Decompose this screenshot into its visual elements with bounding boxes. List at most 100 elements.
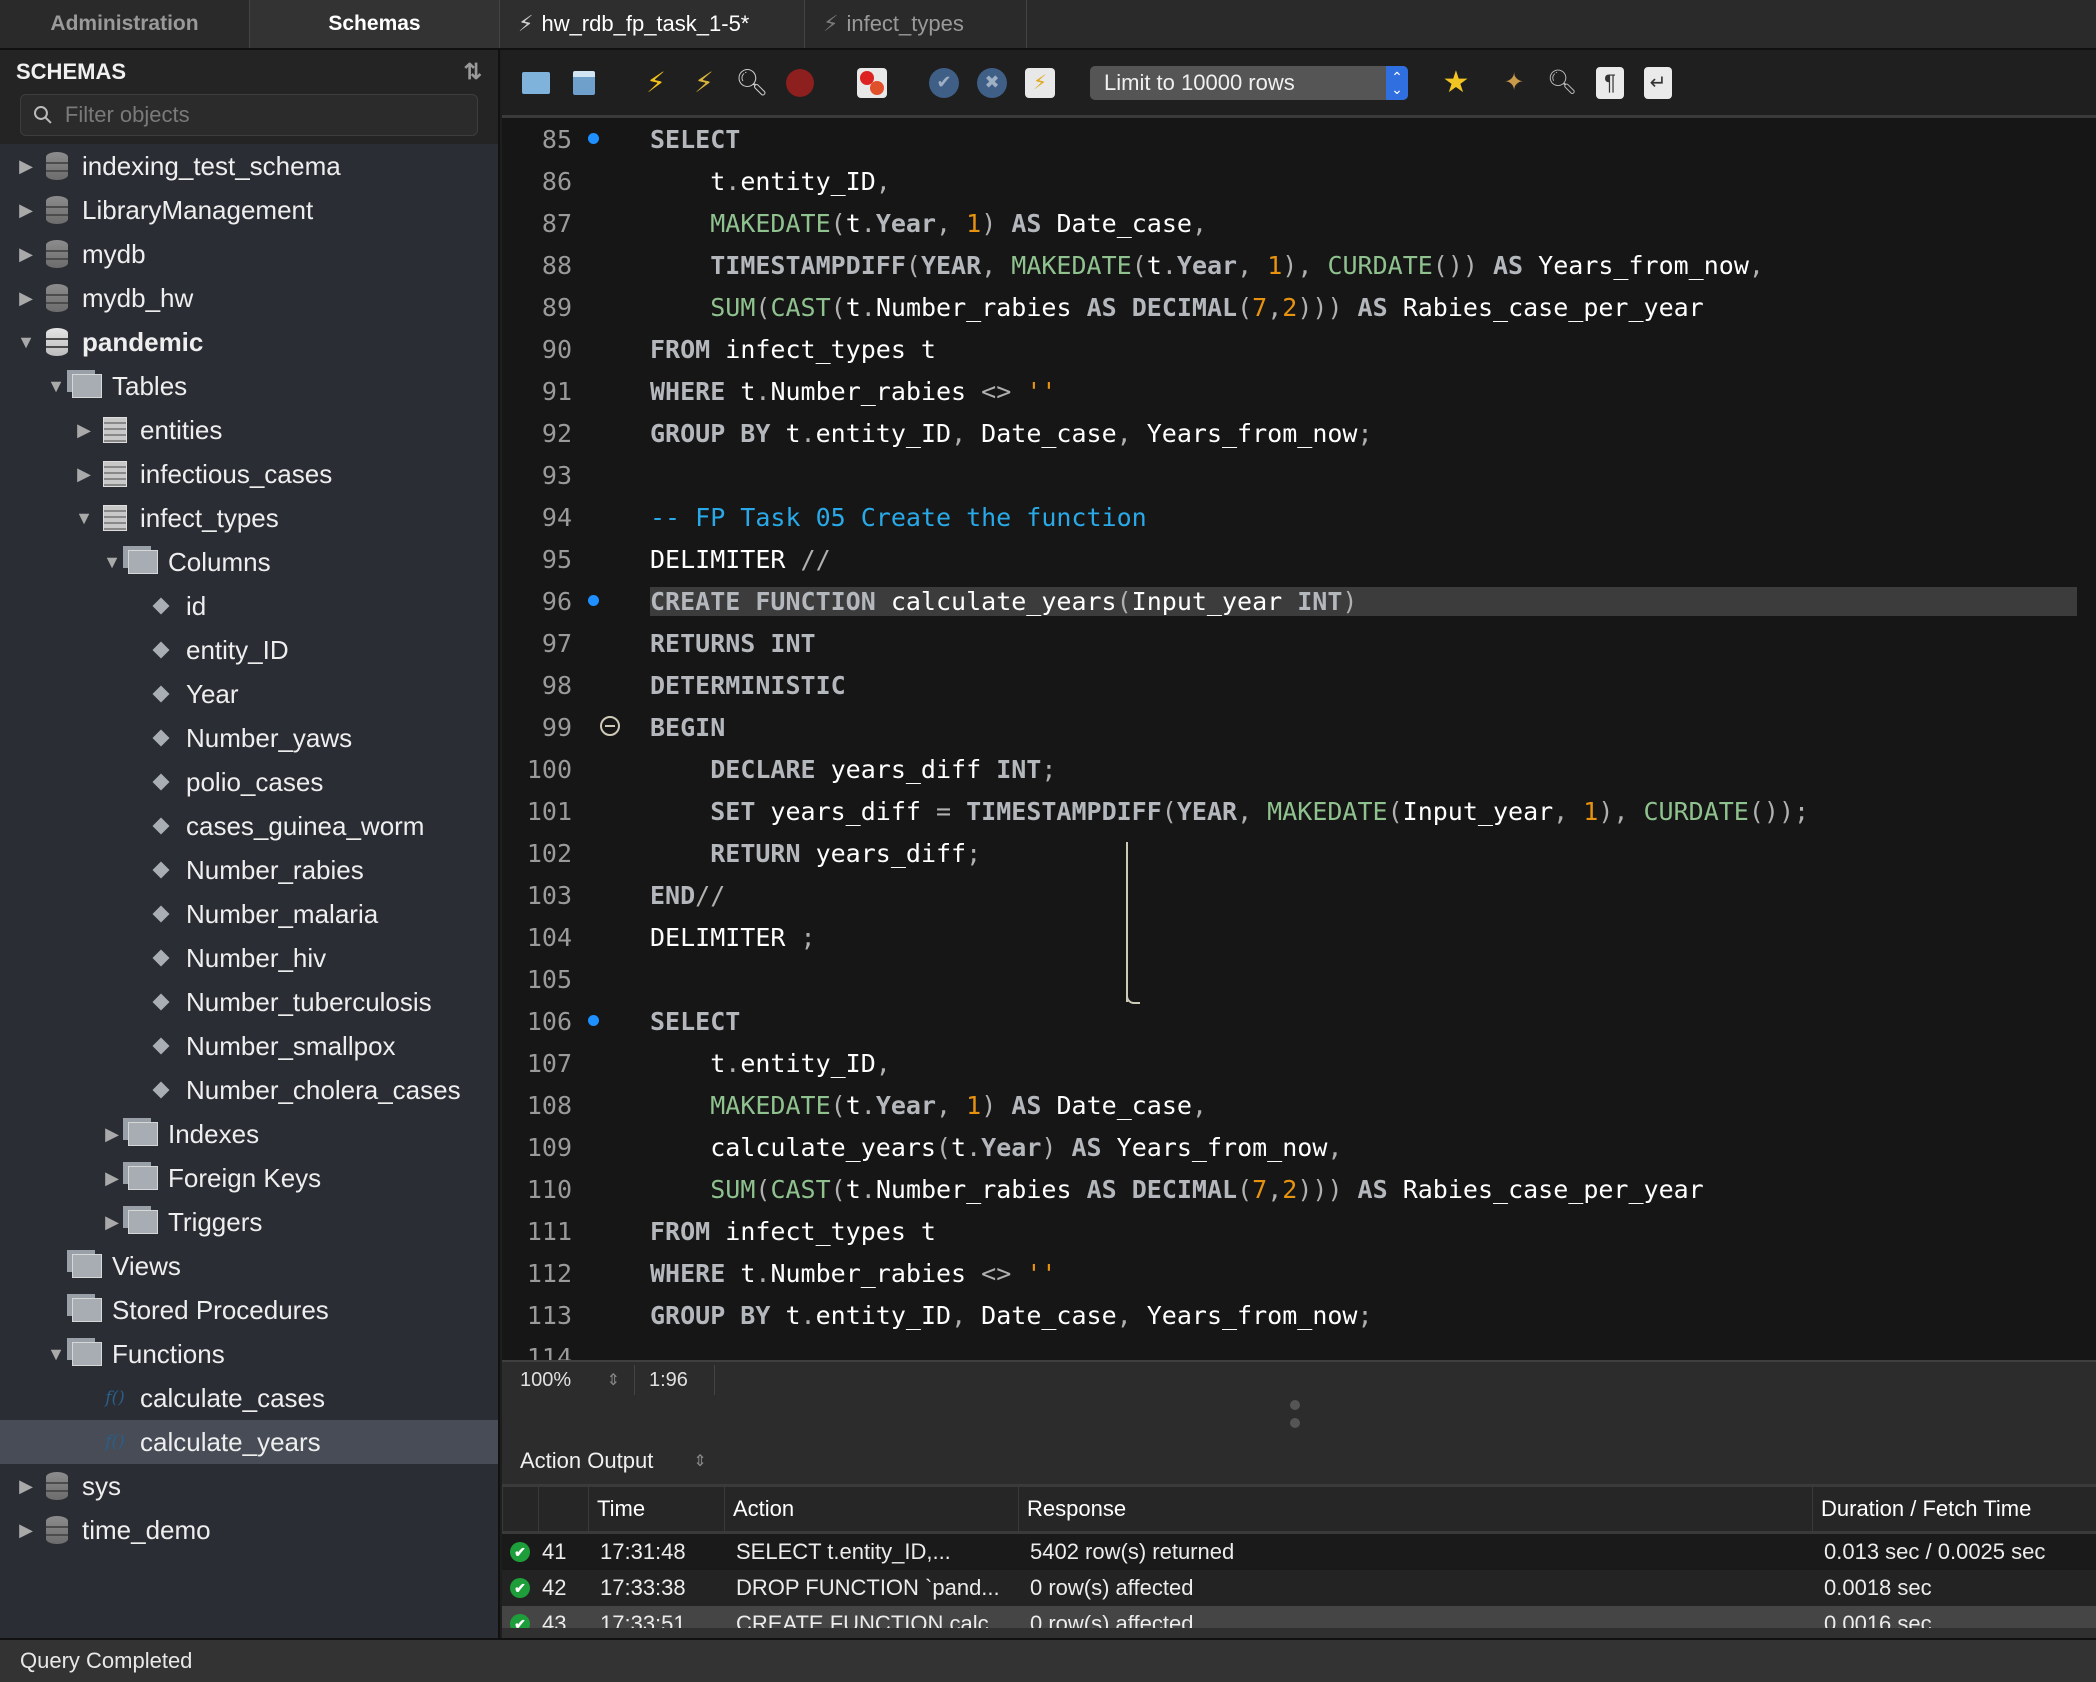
chevron-down-icon[interactable]: ▼ (72, 508, 96, 529)
code-line[interactable]: 114 (502, 1336, 2096, 1361)
beautify-button[interactable]: ✦ (1496, 65, 1532, 101)
output-row[interactable]: ✔ 42 17:33:38 DROP FUNCTION `pand... 0 row(s… (502, 1570, 2096, 1606)
tree-item-librarymanagement[interactable]: ▶ LibraryManagement (0, 188, 498, 232)
col-header-duration[interactable]: Duration / Fetch Time (1812, 1487, 2082, 1531)
tree-item-foreign-keys[interactable]: ▶ Foreign Keys (0, 1156, 498, 1200)
col-header-response[interactable]: Response (1018, 1487, 1812, 1531)
code-line[interactable]: 98 DETERMINISTIC (502, 664, 2096, 706)
code-line[interactable]: 109 calculate_years(t.Year) AS Years_fro… (502, 1126, 2096, 1168)
chevron-right-icon[interactable]: ▶ (14, 244, 38, 265)
chevron-down-icon[interactable]: ▼ (14, 332, 38, 353)
output-row[interactable]: ✔ 41 17:31:48 SELECT t.entity_ID,... 5402 ro… (502, 1534, 2096, 1570)
tree-item-number-smallpox[interactable]: Number_smallpox (0, 1024, 498, 1068)
code-line[interactable]: 101 SET years_diff = TIMESTAMPDIFF(YEAR,… (502, 790, 2096, 832)
code-line[interactable]: 108 MAKEDATE(t.Year, 1) AS Date_case, (502, 1084, 2096, 1126)
tree-item-number-cholera-cases[interactable]: Number_cholera_cases (0, 1068, 498, 1112)
filter-objects-input[interactable] (62, 101, 465, 129)
code-line[interactable]: 87 MAKEDATE(t.Year, 1) AS Date_case, (502, 202, 2096, 244)
open-file-button[interactable] (518, 65, 554, 101)
tree-item-entity-id[interactable]: entity_ID (0, 628, 498, 672)
tree-item-triggers[interactable]: ▶ Triggers (0, 1200, 498, 1244)
chevron-right-icon[interactable]: ▶ (72, 464, 96, 485)
stop-on-error-toggle[interactable] (854, 65, 890, 101)
explain-button[interactable]: 🔍︎ (734, 65, 770, 101)
invisible-chars-button[interactable]: ¶ (1592, 65, 1628, 101)
tree-item-functions[interactable]: ▼ Functions (0, 1332, 498, 1376)
tree-item-pandemic[interactable]: ▼ pandemic (0, 320, 498, 364)
code-line[interactable]: 86 t.entity_ID, (502, 160, 2096, 202)
chevron-right-icon[interactable]: ▶ (14, 288, 38, 309)
tab-infect-types[interactable]: ⚡︎ infect_types (805, 0, 1027, 48)
code-line[interactable]: 104 DELIMITER ; (502, 916, 2096, 958)
word-wrap-button[interactable]: ↵ (1640, 65, 1676, 101)
code-line[interactable]: 100 DECLARE years_diff INT; (502, 748, 2096, 790)
tree-item-number-yaws[interactable]: Number_yaws (0, 716, 498, 760)
code-line[interactable]: 85 SELECT (502, 118, 2096, 160)
output-selector[interactable]: Action Output (520, 1448, 653, 1474)
tree-item-columns[interactable]: ▼ Columns (0, 540, 498, 584)
chevron-right-icon[interactable]: ▶ (100, 1124, 124, 1145)
panel-splitter[interactable] (502, 1396, 2096, 1436)
chevron-down-icon[interactable]: ▼ (44, 376, 68, 397)
add-snippet-button[interactable]: ★ (1438, 65, 1474, 101)
fold-collapse-icon[interactable] (600, 716, 620, 736)
col-header-number[interactable] (538, 1487, 588, 1531)
code-line[interactable]: 99 BEGIN (502, 706, 2096, 748)
tree-item-indexes[interactable]: ▶ Indexes (0, 1112, 498, 1156)
chevron-down-icon[interactable]: ▼ (100, 552, 124, 573)
zoom-stepper[interactable]: 100% ⇕ (502, 1369, 620, 1392)
limit-rows-select[interactable]: Limit to 10000 rows ⌃ ⌄ (1090, 65, 1408, 100)
autocommit-toggle[interactable]: ⚡︎ (1022, 65, 1058, 101)
tree-item-calculate-years[interactable]: f() calculate_years (0, 1420, 498, 1464)
code-line[interactable]: 95 DELIMITER // (502, 538, 2096, 580)
tree-item-cases-guinea-worm[interactable]: cases_guinea_worm (0, 804, 498, 848)
tree-item-calculate-cases[interactable]: f() calculate_cases (0, 1376, 498, 1420)
tree-item-number-hiv[interactable]: Number_hiv (0, 936, 498, 980)
code-line[interactable]: 89 SUM(CAST(t.Number_rabies AS DECIMAL(7… (502, 286, 2096, 328)
code-line[interactable]: 88 TIMESTAMPDIFF(YEAR, MAKEDATE(t.Year, … (502, 244, 2096, 286)
tab-administration[interactable]: Administration (0, 0, 250, 48)
code-line[interactable]: 102 RETURN years_diff; (502, 832, 2096, 874)
code-line[interactable]: 107 t.entity_ID, (502, 1042, 2096, 1084)
execute-button[interactable]: ⚡︎ (638, 65, 674, 101)
code-line[interactable]: 103 END// (502, 874, 2096, 916)
sql-editor[interactable]: 85 SELECT 86 t.entity_ID, 87 MAKEDATE(t.Yea… (502, 118, 2096, 1360)
code-line[interactable]: 113 GROUP BY t.entity_ID, Date_case, Year… (502, 1294, 2096, 1336)
tree-item-time-demo[interactable]: ▶ time_demo (0, 1508, 498, 1552)
tree-item-id[interactable]: id (0, 584, 498, 628)
chevron-right-icon[interactable]: ▶ (14, 200, 38, 221)
tree-item-views[interactable]: Views (0, 1244, 498, 1288)
code-line[interactable]: 111 FROM infect_types t (502, 1210, 2096, 1252)
code-line[interactable]: 110 SUM(CAST(t.Number_rabies AS DECIMAL(… (502, 1168, 2096, 1210)
tree-item-infect-types[interactable]: ▼ infect_types (0, 496, 498, 540)
tree-item-number-tuberculosis[interactable]: Number_tuberculosis (0, 980, 498, 1024)
stop-button[interactable] (782, 65, 818, 101)
tree-item-entities[interactable]: ▶ entities (0, 408, 498, 452)
col-header-time[interactable]: Time (588, 1487, 724, 1531)
tree-item-indexing-test-schema[interactable]: ▶ indexing_test_schema (0, 144, 498, 188)
chevron-right-icon[interactable]: ▶ (14, 1520, 38, 1541)
chevron-right-icon[interactable]: ▶ (72, 420, 96, 441)
tree-item-mydb-hw[interactable]: ▶ mydb_hw (0, 276, 498, 320)
tree-item-year[interactable]: Year (0, 672, 498, 716)
code-line[interactable]: 106 SELECT (502, 1000, 2096, 1042)
tree-item-sys[interactable]: ▶ sys (0, 1464, 498, 1508)
rollback-button[interactable]: ✖ (974, 65, 1010, 101)
tree-item-stored-procedures[interactable]: Stored Procedures (0, 1288, 498, 1332)
tree-item-tables[interactable]: ▼ Tables (0, 364, 498, 408)
tree-item-number-malaria[interactable]: Number_malaria (0, 892, 498, 936)
code-line[interactable]: 93 (502, 454, 2096, 496)
code-line[interactable]: 105 (502, 958, 2096, 1000)
tree-item-polio-cases[interactable]: polio_cases (0, 760, 498, 804)
refresh-icon[interactable]: ⇅ (464, 59, 482, 85)
tab-hw-rdb-fp-task[interactable]: ⚡︎ hw_rdb_fp_task_1-5* (500, 0, 805, 48)
code-line[interactable]: 91 WHERE t.Number_rabies <> '' (502, 370, 2096, 412)
code-line[interactable]: 96 CREATE FUNCTION calculate_years(Input_… (502, 580, 2096, 622)
code-line[interactable]: 90 FROM infect_types t (502, 328, 2096, 370)
code-line[interactable]: 92 GROUP BY t.entity_ID, Date_case, Years… (502, 412, 2096, 454)
execute-current-button[interactable]: ⚡︎ (686, 65, 722, 101)
chevron-updown-icon[interactable]: ⇕ (693, 1451, 706, 1471)
tab-schemas[interactable]: Schemas (250, 0, 500, 48)
tree-item-infectious-cases[interactable]: ▶ infectious_cases (0, 452, 498, 496)
chevron-right-icon[interactable]: ▶ (100, 1168, 124, 1189)
